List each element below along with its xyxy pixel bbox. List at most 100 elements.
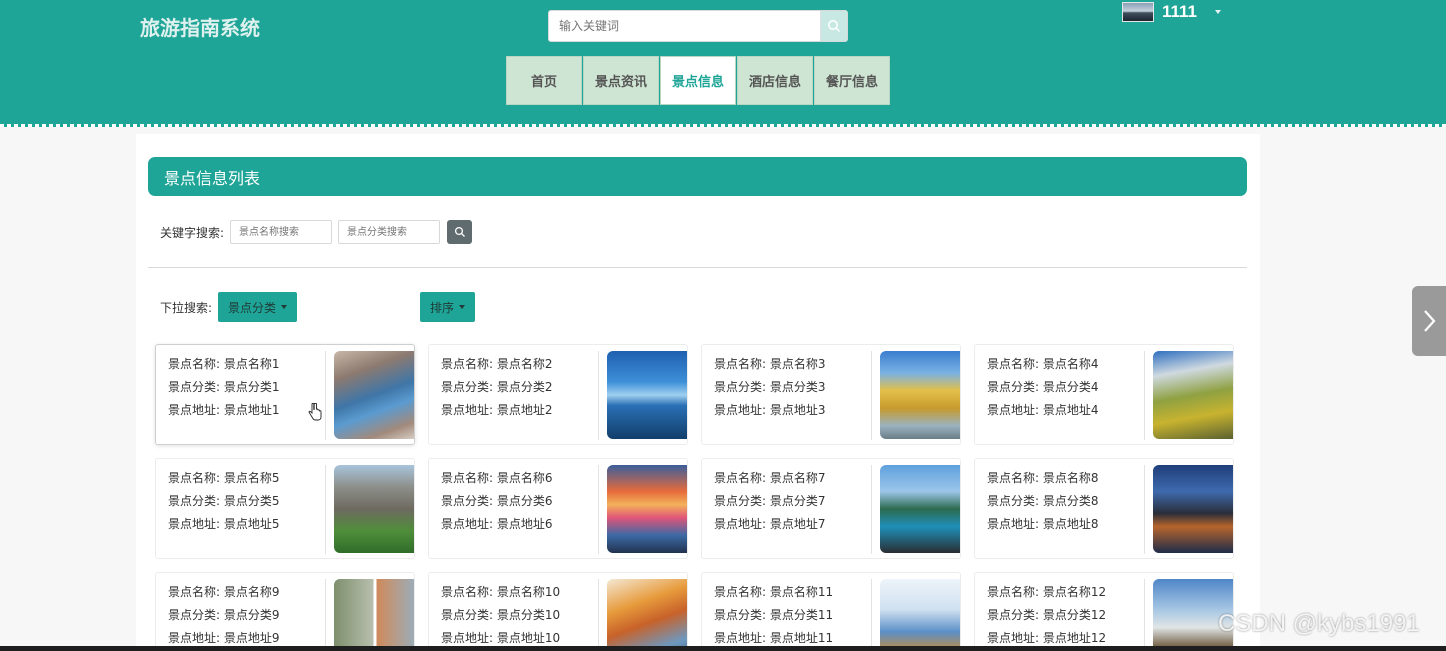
category-dropdown[interactable]: 景点分类 (218, 292, 298, 322)
attraction-card[interactable]: 景点名称: 景点名称9 景点分类: 景点分类9 景点地址: 景点地址9 (155, 572, 415, 651)
attraction-image[interactable] (607, 351, 687, 439)
attraction-card[interactable]: 景点名称: 景点名称5 景点分类: 景点分类5 景点地址: 景点地址5 (155, 458, 415, 559)
card-divider (325, 351, 326, 440)
attraction-address: 景点地址: 景点地址4 (987, 403, 1099, 417)
attraction-card[interactable]: 景点名称: 景点名称1 景点分类: 景点分类1 景点地址: 景点地址1 (155, 344, 415, 445)
attraction-card[interactable]: 景点名称: 景点名称2 景点分类: 景点分类2 景点地址: 景点地址2 (428, 344, 688, 445)
hand-cursor-icon (308, 403, 322, 421)
top-search-input[interactable] (549, 11, 819, 41)
attraction-address: 景点地址: 景点地址6 (441, 517, 553, 531)
bottom-bar (0, 646, 1446, 651)
sort-row: 排序 (420, 292, 476, 322)
chevron-down-icon (459, 305, 466, 309)
dropdown-search-row: 下拉搜索: 景点分类 (160, 292, 298, 322)
keyword-search-label: 关键字搜索: (160, 225, 225, 240)
attraction-category: 景点分类: 景点分类4 (987, 380, 1099, 394)
attraction-image[interactable] (607, 465, 687, 553)
card-divider (1144, 579, 1145, 651)
attraction-address: 景点地址: 景点地址8 (987, 517, 1099, 531)
attraction-category: 景点分类: 景点分类2 (441, 380, 553, 394)
attraction-category: 景点分类: 景点分类7 (714, 494, 826, 508)
attraction-name: 景点名称: 景点名称10 (441, 585, 561, 599)
chevron-down-icon (281, 305, 288, 309)
card-divider (598, 579, 599, 651)
attraction-image[interactable] (334, 579, 414, 651)
attraction-name: 景点名称: 景点名称2 (441, 357, 553, 371)
nav-attraction-news[interactable]: 景点资讯 (583, 56, 659, 105)
divider (148, 267, 1247, 268)
attraction-card[interactable]: 景点名称: 景点名称7 景点分类: 景点分类7 景点地址: 景点地址7 (701, 458, 961, 559)
card-divider (1144, 351, 1145, 440)
dropdown-search-label: 下拉搜索: (160, 300, 213, 315)
attraction-address: 景点地址: 景点地址3 (714, 403, 826, 417)
attraction-card[interactable]: 景点名称: 景点名称8 景点分类: 景点分类8 景点地址: 景点地址8 (974, 458, 1234, 559)
chevron-right-icon (1424, 310, 1436, 332)
sort-dropdown[interactable]: 排序 (420, 292, 476, 322)
username[interactable]: 1111 (1162, 2, 1197, 22)
attraction-image[interactable] (1153, 351, 1233, 439)
attraction-card[interactable]: 景点名称: 景点名称3 景点分类: 景点分类3 景点地址: 景点地址3 (701, 344, 961, 445)
category-dropdown-label: 景点分类 (228, 300, 277, 315)
top-search-button[interactable] (820, 11, 847, 41)
attraction-category: 景点分类: 景点分类12 (987, 608, 1107, 622)
attraction-image[interactable] (334, 465, 414, 553)
card-divider (325, 579, 326, 651)
next-page-button[interactable] (1412, 286, 1446, 356)
list-title: 景点信息列表 (148, 157, 1247, 196)
sort-dropdown-label: 排序 (430, 300, 455, 315)
attraction-category: 景点分类: 景点分类8 (987, 494, 1099, 508)
attraction-image[interactable] (1153, 465, 1233, 553)
card-divider (871, 351, 872, 440)
avatar[interactable] (1122, 2, 1154, 22)
attraction-image[interactable] (880, 465, 960, 553)
keyword-search-button[interactable] (447, 220, 473, 244)
attraction-name: 景点名称: 景点名称9 (168, 585, 280, 599)
attraction-name: 景点名称: 景点名称1 (168, 357, 280, 371)
search-icon (828, 20, 841, 33)
attraction-category: 景点分类: 景点分类6 (441, 494, 553, 508)
nav-restaurant-info[interactable]: 餐厅信息 (814, 56, 890, 105)
attraction-name: 景点名称: 景点名称11 (714, 585, 834, 599)
attraction-address: 景点地址: 景点地址2 (441, 403, 553, 417)
nav-attraction-info[interactable]: 景点信息 (660, 56, 736, 105)
attraction-card[interactable]: 景点名称: 景点名称10 景点分类: 景点分类10 景点地址: 景点地址10 (428, 572, 688, 651)
attraction-name: 景点名称: 景点名称8 (987, 471, 1099, 485)
top-search-box (548, 10, 848, 42)
attraction-name: 景点名称: 景点名称12 (987, 585, 1107, 599)
site-header: 旅游指南系统 1111 首页 景点资讯 景点信息 酒店信息 餐厅信息 (0, 0, 1446, 127)
attraction-category: 景点分类: 景点分类10 (441, 608, 561, 622)
card-divider (871, 579, 872, 651)
attraction-name: 景点名称: 景点名称5 (168, 471, 280, 485)
attraction-name: 景点名称: 景点名称7 (714, 471, 826, 485)
attraction-name: 景点名称: 景点名称6 (441, 471, 553, 485)
nav-home[interactable]: 首页 (506, 56, 582, 105)
attraction-card[interactable]: 景点名称: 景点名称11 景点分类: 景点分类11 景点地址: 景点地址11 (701, 572, 961, 651)
attraction-category: 景点分类: 景点分类3 (714, 380, 826, 394)
attraction-category: 景点分类: 景点分类1 (168, 380, 280, 394)
attraction-image[interactable] (607, 579, 687, 651)
watermark: CSDN @kybs1991 (1218, 610, 1420, 637)
chevron-down-icon[interactable] (1215, 10, 1222, 14)
attraction-category: 景点分类: 景点分类5 (168, 494, 280, 508)
nav-hotel-info[interactable]: 酒店信息 (737, 56, 813, 105)
user-menu[interactable]: 1111 (1122, 2, 1222, 22)
attraction-name: 景点名称: 景点名称3 (714, 357, 826, 371)
search-icon (454, 226, 465, 237)
attraction-address: 景点地址: 景点地址7 (714, 517, 826, 531)
attraction-image[interactable] (880, 579, 960, 651)
site-title[interactable]: 旅游指南系统 (140, 12, 260, 41)
attraction-category: 景点分类: 景点分类11 (714, 608, 834, 622)
attraction-card[interactable]: 景点名称: 景点名称4 景点分类: 景点分类4 景点地址: 景点地址4 (974, 344, 1234, 445)
card-divider (1144, 465, 1145, 554)
attraction-card[interactable]: 景点名称: 景点名称12 景点分类: 景点分类12 景点地址: 景点地址12 (974, 572, 1234, 651)
card-divider (598, 351, 599, 440)
attraction-image[interactable] (880, 351, 960, 439)
attraction-image[interactable] (334, 351, 414, 439)
main-nav: 首页 景点资讯 景点信息 酒店信息 餐厅信息 (506, 56, 891, 105)
attraction-card[interactable]: 景点名称: 景点名称6 景点分类: 景点分类6 景点地址: 景点地址6 (428, 458, 688, 559)
name-search-input[interactable] (230, 220, 333, 244)
keyword-search-row: 关键字搜索: (160, 220, 473, 244)
category-search-input[interactable] (338, 220, 441, 244)
card-divider (325, 465, 326, 554)
attraction-name: 景点名称: 景点名称4 (987, 357, 1099, 371)
